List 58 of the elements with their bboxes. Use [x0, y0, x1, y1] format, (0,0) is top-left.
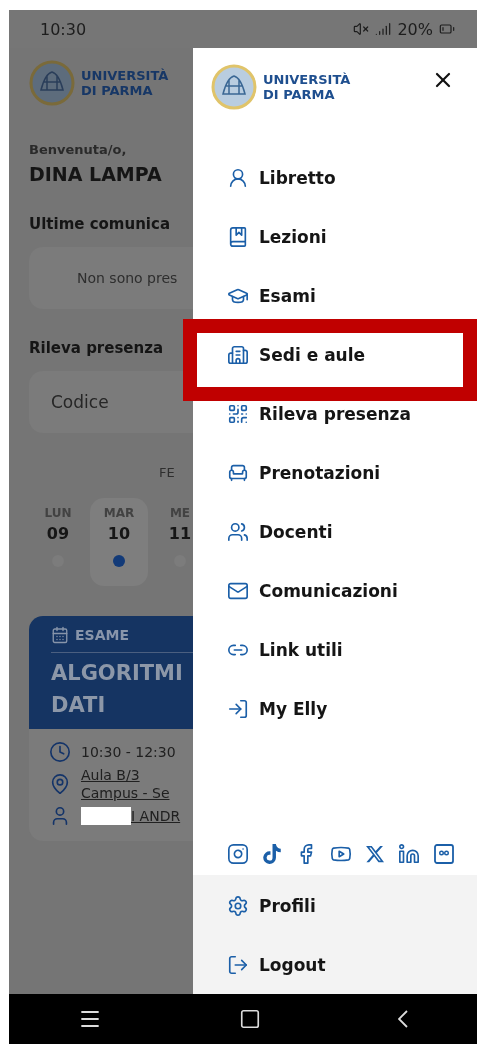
calendar-day[interactable]: MAR 10 — [90, 498, 148, 586]
menu-item[interactable]: Sedi e aule — [193, 325, 366, 384]
logout-icon — [227, 953, 249, 976]
calendar-icon — [51, 626, 69, 644]
clock-icon — [49, 741, 71, 763]
person-icon — [227, 166, 249, 189]
redaction-bar — [81, 807, 131, 825]
battery-percent: 20% — [397, 19, 433, 39]
menu-item[interactable]: Lezioni — [193, 207, 327, 266]
mute-icon — [353, 21, 370, 37]
event-card[interactable]: ESAME ALGORITMI DATI 10:30 - 12:30 Aula B/3 Campus - Se I ANDR — [29, 616, 193, 841]
user-name: DINA LAMPA — [29, 163, 163, 185]
logo-text: DI PARMA — [263, 87, 336, 102]
menu-item[interactable]: Comunicazioni — [193, 561, 398, 620]
menu-item[interactable]: Rileva presenza — [193, 384, 411, 443]
map-pin-icon — [49, 773, 71, 795]
status-time: 10:30 — [40, 19, 87, 39]
room-link[interactable]: Aula B/3 — [81, 767, 170, 783]
settings-icon — [227, 894, 249, 917]
teacher-link[interactable]: I ANDR — [131, 808, 181, 824]
battery-icon — [439, 21, 455, 37]
empty-message-card: Non sono pres — [29, 247, 193, 309]
menu-item[interactable]: Logout — [193, 935, 326, 994]
event-type: ESAME — [75, 627, 129, 643]
menu-item[interactable]: Prenotazioni — [193, 443, 381, 502]
code-input-field[interactable]: Codice — [29, 371, 193, 433]
signal-icon — [375, 21, 392, 37]
month-label: FE — [159, 465, 176, 480]
book-icon — [227, 225, 249, 248]
qr-code-icon — [227, 402, 249, 425]
instagram-icon — [227, 843, 249, 865]
linkedin-icon — [398, 843, 420, 865]
section-title: Rileva presenza — [29, 339, 165, 357]
seal-logo-icon — [29, 60, 75, 106]
campus-link[interactable]: Campus - Se — [81, 785, 170, 801]
logo-text: DI PARMA — [81, 83, 154, 98]
section-title: Ultime comunica — [29, 215, 171, 233]
tiktok-icon[interactable] — [262, 844, 282, 864]
menu-item[interactable]: Libretto — [193, 148, 336, 207]
login-icon — [227, 697, 249, 720]
greeting-text: Benvenuta/o, — [29, 142, 128, 157]
back-icon[interactable] — [398, 1010, 409, 1028]
logo-text: UNIVERSITÀ — [81, 68, 169, 83]
users-icon — [227, 520, 249, 543]
flickr-icon[interactable] — [433, 843, 455, 865]
home-icon — [239, 1008, 261, 1030]
event-title: DATI — [51, 693, 107, 717]
logo-text: UNIVERSITÀ — [263, 72, 351, 87]
event-time: 10:30 - 12:30 — [81, 744, 176, 760]
menu-item[interactable]: Profili — [193, 876, 316, 935]
event-title: ALGORITMI — [51, 661, 184, 685]
x-logo-icon[interactable] — [365, 844, 385, 864]
menu-item[interactable]: Esami — [193, 266, 316, 325]
menu-item[interactable]: My Elly — [193, 679, 328, 738]
seal-logo-icon — [211, 64, 257, 110]
menu-item[interactable]: Link utili — [193, 620, 343, 679]
building-icon — [227, 343, 249, 366]
menu-item[interactable]: Docenti — [193, 502, 333, 561]
